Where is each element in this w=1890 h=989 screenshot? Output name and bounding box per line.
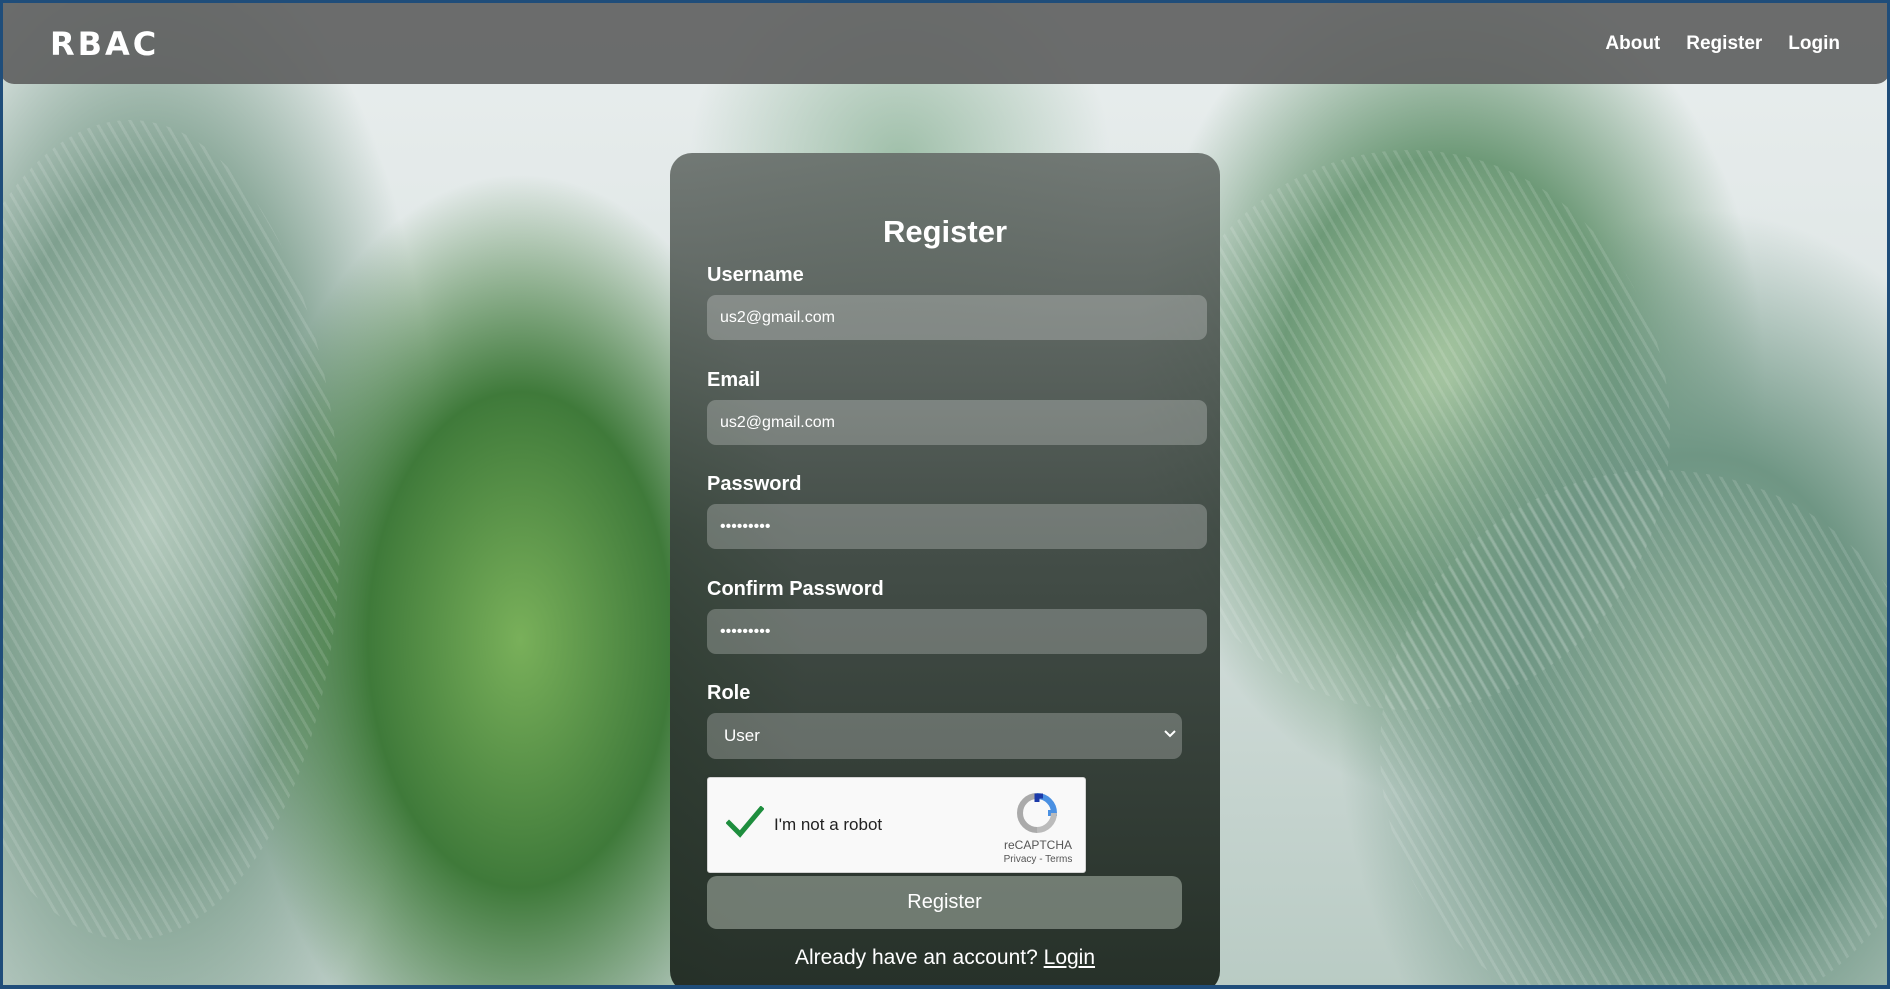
email-input[interactable] (707, 400, 1207, 445)
register-button[interactable]: Register (707, 876, 1182, 929)
recaptcha-brand: reCAPTCHA (1003, 838, 1072, 852)
login-link[interactable]: Login (1044, 946, 1095, 969)
confirm-password-label: Confirm Password (707, 578, 884, 600)
login-prompt: Already have an account? Login (707, 946, 1183, 970)
username-input[interactable] (707, 295, 1207, 340)
role-selected-value: User (724, 726, 760, 745)
brand-logo[interactable]: RBAC (50, 25, 159, 63)
password-label: Password (707, 473, 802, 495)
recaptcha-label: I'm not a robot (774, 815, 883, 834)
role-label: Role (707, 682, 751, 704)
form-title: Register (882, 214, 1008, 249)
nav-link-login[interactable]: Login (1788, 33, 1840, 55)
top-navbar: RBAC About Register Login (0, 3, 1890, 84)
login-prompt-text: Already have an account? (794, 946, 1038, 969)
nav-link-about[interactable]: About (1605, 33, 1660, 55)
register-card: Register Username Email Password Confirm… (670, 153, 1220, 989)
recaptcha-privacy-terms[interactable]: Privacy - Terms (998, 854, 1078, 865)
nav-links: About Register Login (1605, 33, 1840, 55)
username-label: Username (707, 264, 804, 286)
confirm-password-input[interactable] (707, 609, 1207, 654)
confirm-password-group: Confirm Password (707, 577, 1207, 654)
role-group: Role User (707, 681, 1183, 759)
chevron-down-icon (1164, 730, 1176, 738)
email-label: Email (707, 369, 761, 391)
recaptcha-logo-icon (1016, 793, 1058, 833)
username-group: Username (707, 263, 1207, 340)
role-select[interactable]: User (707, 713, 1182, 759)
recaptcha-widget: I'm not a robot reCAPTCHA Privacy - Term… (707, 777, 1086, 873)
nav-link-register[interactable]: Register (1686, 33, 1762, 55)
password-group: Password (707, 472, 1207, 549)
email-group: Email (707, 368, 1207, 445)
checkmark-icon[interactable] (726, 806, 764, 838)
password-input[interactable] (707, 504, 1207, 549)
